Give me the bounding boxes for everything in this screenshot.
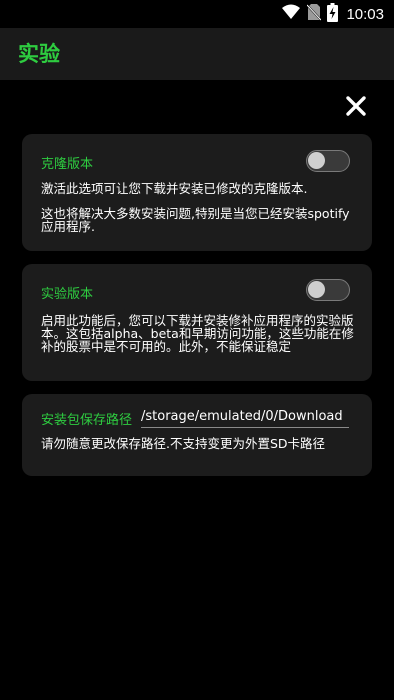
status-icons: 10:03 — [281, 2, 384, 26]
battery-charging-icon — [327, 2, 339, 26]
experimental-version-title: 实验版本 — [41, 287, 94, 302]
close-button[interactable] — [342, 92, 370, 120]
wifi-icon — [281, 4, 301, 24]
status-time: 10:03 — [346, 5, 384, 23]
save-path-description: 请勿随意更改保存路径.不支持变更为外置SD卡路径 — [41, 436, 326, 451]
save-path-card: 安装包保存路径 请勿随意更改保存路径.不支持变更为外置SD卡路径 — [22, 394, 372, 476]
experimental-version-description: 启用此功能后，您可以下载并安装修补应用程序的实验版本。这包括alpha、beta… — [41, 313, 354, 354]
app-bar: 实验 — [0, 28, 394, 80]
toggle-knob — [308, 152, 325, 169]
clone-version-title: 克隆版本 — [41, 157, 94, 172]
clone-version-card: 克隆版本 激活此选项可让您下载并安装已修改的克隆版本. 这也将解决大多数安装问题… — [22, 134, 372, 251]
no-sim-icon — [306, 3, 323, 25]
toggle-knob — [308, 281, 325, 298]
clone-version-description-2: 这也将解决大多数安装问题,特别是当您已经安装spotify应用程序. — [41, 206, 350, 234]
clone-version-toggle[interactable] — [306, 150, 350, 172]
save-path-title: 安装包保存路径 — [41, 413, 133, 428]
save-path-input[interactable] — [141, 408, 349, 428]
clone-version-description-1: 激活此选项可让您下载并安装已修改的克隆版本. — [41, 181, 308, 196]
experimental-version-card: 实验版本 启用此功能后，您可以下载并安装修补应用程序的实验版本。这包括alpha… — [22, 264, 372, 381]
status-bar: 10:03 — [0, 0, 394, 28]
close-icon — [346, 96, 366, 116]
experimental-version-toggle[interactable] — [306, 279, 350, 301]
page-title: 实验 — [18, 42, 60, 66]
